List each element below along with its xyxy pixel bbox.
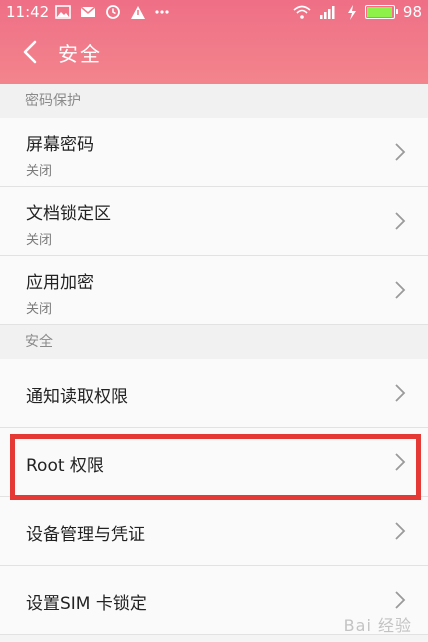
title-bar: 安全 <box>0 28 428 76</box>
watermark-logo: Bai 经验 <box>343 616 412 635</box>
row-subtitle: 关闭 <box>26 233 53 248</box>
system-icons: 98 <box>293 3 422 21</box>
row-title: 屏幕密码 <box>26 135 94 155</box>
alarm-icon <box>105 4 121 20</box>
row-subtitle: 关闭 <box>26 302 53 317</box>
chevron-left-icon <box>23 40 37 64</box>
back-button[interactable] <box>16 38 44 66</box>
battery-level: 98 <box>402 3 422 21</box>
chevron-right-icon <box>395 281 406 299</box>
app-header-background: 11:42 98 安全 <box>0 0 428 84</box>
row-title: 通知读取权限 <box>26 387 128 407</box>
status-bar: 11:42 98 <box>0 0 428 24</box>
row-title: 文档锁定区 <box>26 204 111 224</box>
chevron-right-icon <box>395 522 406 540</box>
warning-icon <box>130 5 146 20</box>
row-device-admin[interactable]: 设备管理与凭证 <box>0 497 428 566</box>
wifi-icon <box>293 5 311 19</box>
signal-icon <box>319 5 339 19</box>
chevron-right-icon <box>395 384 406 402</box>
charging-icon <box>347 4 357 20</box>
row-title: 设备管理与凭证 <box>26 525 145 545</box>
section-header-security: 安全 <box>0 325 428 359</box>
section-header-password: 密码保护 <box>0 84 428 118</box>
chevron-right-icon <box>395 453 406 471</box>
row-notification-access[interactable]: 通知读取权限 <box>0 359 428 428</box>
row-root-permission[interactable]: Root 权限 <box>0 428 428 497</box>
mail-icon <box>80 5 96 19</box>
row-document-lock[interactable]: 文档锁定区 关闭 <box>0 187 428 256</box>
more-icon <box>155 9 169 15</box>
settings-list: 密码保护 屏幕密码 关闭 文档锁定区 关闭 应用加密 关闭 安全 通知读取权限 … <box>0 84 428 635</box>
notification-icons <box>55 4 169 20</box>
row-title: 设置SIM 卡锁定 <box>26 594 147 614</box>
chevron-right-icon <box>395 143 406 161</box>
chevron-right-icon <box>395 591 406 609</box>
page-title: 安全 <box>58 42 102 66</box>
image-icon <box>55 5 71 19</box>
status-time: 11:42 <box>6 3 50 21</box>
battery-tip <box>395 9 398 14</box>
battery-icon <box>364 5 398 19</box>
row-title: Root 权限 <box>26 456 104 476</box>
chevron-right-icon <box>395 212 406 230</box>
row-app-encryption[interactable]: 应用加密 关闭 <box>0 256 428 325</box>
row-subtitle: 关闭 <box>26 164 53 179</box>
battery-fill <box>366 7 392 17</box>
row-screen-password[interactable]: 屏幕密码 关闭 <box>0 118 428 187</box>
row-title: 应用加密 <box>26 273 94 293</box>
